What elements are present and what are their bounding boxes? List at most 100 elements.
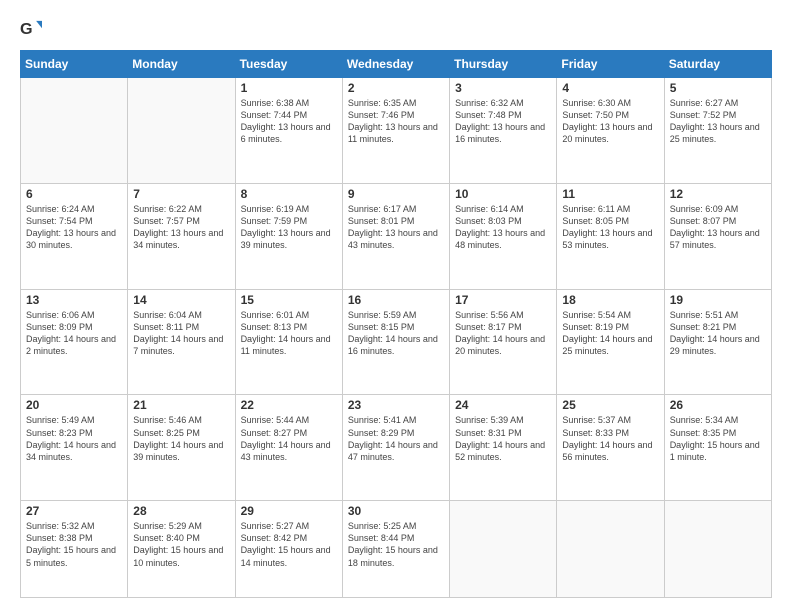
calendar-cell: 5Sunrise: 6:27 AM Sunset: 7:52 PM Daylig… <box>664 78 771 184</box>
day-info: Sunrise: 6:30 AM Sunset: 7:50 PM Dayligh… <box>562 97 658 146</box>
day-info: Sunrise: 5:51 AM Sunset: 8:21 PM Dayligh… <box>670 309 766 358</box>
calendar-cell: 1 Sunrise: 6:38 AM Sunset: 7:44 PM Daylig… <box>235 78 342 184</box>
day-number: 21 <box>133 398 229 412</box>
calendar-cell: 28 Sunrise: 5:29 AM Sunset: 8:40 PM Dayli… <box>128 501 235 598</box>
day-number: 14 <box>133 293 229 307</box>
calendar-cell: 21 Sunrise: 5:46 AM Sunset: 8:25 PM Dayli… <box>128 395 235 501</box>
calendar-cell: 30 Sunrise: 5:25 AM Sunset: 8:44 PM Dayli… <box>342 501 449 598</box>
day-number: 25 <box>562 398 658 412</box>
calendar-cell: 25 Sunrise: 5:37 AM Sunset: 8:33 PM Dayli… <box>557 395 664 501</box>
calendar-week-row: 6 Sunrise: 6:24 AM Sunset: 7:54 PM Daylig… <box>21 183 772 289</box>
calendar-week-row: 13 Sunrise: 6:06 AM Sunset: 8:09 PM Dayli… <box>21 289 772 395</box>
day-number: 23 <box>348 398 444 412</box>
day-info: Sunrise: 5:46 AM Sunset: 8:25 PM Dayligh… <box>133 414 229 463</box>
day-number: 17 <box>455 293 551 307</box>
day-number: 18 <box>562 293 658 307</box>
day-info: Sunrise: 5:39 AM Sunset: 8:31 PM Dayligh… <box>455 414 551 463</box>
weekday-header: Friday <box>557 51 664 78</box>
day-number: 19 <box>670 293 766 307</box>
day-info: Sunrise: 6:19 AM Sunset: 7:59 PM Dayligh… <box>241 203 337 252</box>
calendar-cell: 2 Sunrise: 6:35 AM Sunset: 7:46 PM Daylig… <box>342 78 449 184</box>
day-info: Sunrise: 6:27 AM Sunset: 7:52 PM Dayligh… <box>670 97 766 146</box>
calendar-week-row: 27 Sunrise: 5:32 AM Sunset: 8:38 PM Dayli… <box>21 501 772 598</box>
day-info: Sunrise: 5:54 AM Sunset: 8:19 PM Dayligh… <box>562 309 658 358</box>
day-number: 15 <box>241 293 337 307</box>
day-number: 20 <box>26 398 122 412</box>
weekday-header: Sunday <box>21 51 128 78</box>
day-number: 3 <box>455 81 551 95</box>
day-info: Sunrise: 5:44 AM Sunset: 8:27 PM Dayligh… <box>241 414 337 463</box>
day-number: 22 <box>241 398 337 412</box>
calendar-week-row: 1 Sunrise: 6:38 AM Sunset: 7:44 PM Daylig… <box>21 78 772 184</box>
weekday-header: Thursday <box>450 51 557 78</box>
day-number: 30 <box>348 504 444 518</box>
day-info: Sunrise: 5:29 AM Sunset: 8:40 PM Dayligh… <box>133 520 229 569</box>
calendar-cell: 4 Sunrise: 6:30 AM Sunset: 7:50 PM Daylig… <box>557 78 664 184</box>
calendar-table: SundayMondayTuesdayWednesdayThursdayFrid… <box>20 50 772 598</box>
calendar-cell: 13 Sunrise: 6:06 AM Sunset: 8:09 PM Dayli… <box>21 289 128 395</box>
day-number: 6 <box>26 187 122 201</box>
calendar-header-row: SundayMondayTuesdayWednesdayThursdayFrid… <box>21 51 772 78</box>
day-number: 24 <box>455 398 551 412</box>
weekday-header: Saturday <box>664 51 771 78</box>
day-number: 16 <box>348 293 444 307</box>
page: G SundayMondayTuesdayWednesdayThursdayFr… <box>0 0 792 612</box>
calendar-cell: 17 Sunrise: 5:56 AM Sunset: 8:17 PM Dayli… <box>450 289 557 395</box>
calendar-cell <box>21 78 128 184</box>
day-info: Sunrise: 5:25 AM Sunset: 8:44 PM Dayligh… <box>348 520 444 569</box>
day-info: Sunrise: 6:32 AM Sunset: 7:48 PM Dayligh… <box>455 97 551 146</box>
day-info: Sunrise: 5:37 AM Sunset: 8:33 PM Dayligh… <box>562 414 658 463</box>
day-info: Sunrise: 6:01 AM Sunset: 8:13 PM Dayligh… <box>241 309 337 358</box>
day-info: Sunrise: 5:56 AM Sunset: 8:17 PM Dayligh… <box>455 309 551 358</box>
calendar-cell: 23 Sunrise: 5:41 AM Sunset: 8:29 PM Dayli… <box>342 395 449 501</box>
day-info: Sunrise: 5:27 AM Sunset: 8:42 PM Dayligh… <box>241 520 337 569</box>
top-area: G <box>20 18 772 40</box>
calendar-cell: 3 Sunrise: 6:32 AM Sunset: 7:48 PM Daylig… <box>450 78 557 184</box>
day-number: 1 <box>241 81 337 95</box>
calendar-cell: 18 Sunrise: 5:54 AM Sunset: 8:19 PM Dayli… <box>557 289 664 395</box>
day-info: Sunrise: 5:32 AM Sunset: 8:38 PM Dayligh… <box>26 520 122 569</box>
calendar-week-row: 20 Sunrise: 5:49 AM Sunset: 8:23 PM Dayli… <box>21 395 772 501</box>
day-number: 12 <box>670 187 766 201</box>
calendar-cell: 15 Sunrise: 6:01 AM Sunset: 8:13 PM Dayli… <box>235 289 342 395</box>
day-info: Sunrise: 5:41 AM Sunset: 8:29 PM Dayligh… <box>348 414 444 463</box>
day-info: Sunrise: 6:35 AM Sunset: 7:46 PM Dayligh… <box>348 97 444 146</box>
day-info: Sunrise: 6:38 AM Sunset: 7:44 PM Dayligh… <box>241 97 337 146</box>
calendar-cell: 14 Sunrise: 6:04 AM Sunset: 8:11 PM Dayli… <box>128 289 235 395</box>
calendar-cell <box>664 501 771 598</box>
calendar-cell: 7 Sunrise: 6:22 AM Sunset: 7:57 PM Daylig… <box>128 183 235 289</box>
day-info: Sunrise: 5:49 AM Sunset: 8:23 PM Dayligh… <box>26 414 122 463</box>
calendar-cell: 10 Sunrise: 6:14 AM Sunset: 8:03 PM Dayli… <box>450 183 557 289</box>
day-number: 9 <box>348 187 444 201</box>
calendar-cell: 16 Sunrise: 5:59 AM Sunset: 8:15 PM Dayli… <box>342 289 449 395</box>
day-info: Sunrise: 6:14 AM Sunset: 8:03 PM Dayligh… <box>455 203 551 252</box>
day-number: 11 <box>562 187 658 201</box>
calendar-cell: 29Sunrise: 5:27 AM Sunset: 8:42 PM Dayli… <box>235 501 342 598</box>
svg-text:G: G <box>20 20 33 38</box>
day-info: Sunrise: 6:06 AM Sunset: 8:09 PM Dayligh… <box>26 309 122 358</box>
day-info: Sunrise: 6:11 AM Sunset: 8:05 PM Dayligh… <box>562 203 658 252</box>
calendar-cell: 24 Sunrise: 5:39 AM Sunset: 8:31 PM Dayli… <box>450 395 557 501</box>
day-info: Sunrise: 6:22 AM Sunset: 7:57 PM Dayligh… <box>133 203 229 252</box>
day-number: 13 <box>26 293 122 307</box>
day-number: 27 <box>26 504 122 518</box>
day-info: Sunrise: 5:59 AM Sunset: 8:15 PM Dayligh… <box>348 309 444 358</box>
day-info: Sunrise: 5:34 AM Sunset: 8:35 PM Dayligh… <box>670 414 766 463</box>
logo: G <box>20 18 46 40</box>
calendar-cell: 19 Sunrise: 5:51 AM Sunset: 8:21 PM Dayli… <box>664 289 771 395</box>
weekday-header: Tuesday <box>235 51 342 78</box>
calendar-cell <box>450 501 557 598</box>
day-number: 2 <box>348 81 444 95</box>
day-info: Sunrise: 6:09 AM Sunset: 8:07 PM Dayligh… <box>670 203 766 252</box>
logo-icon: G <box>20 18 42 40</box>
day-number: 7 <box>133 187 229 201</box>
day-info: Sunrise: 6:04 AM Sunset: 8:11 PM Dayligh… <box>133 309 229 358</box>
day-info: Sunrise: 6:24 AM Sunset: 7:54 PM Dayligh… <box>26 203 122 252</box>
calendar-cell: 11 Sunrise: 6:11 AM Sunset: 8:05 PM Dayli… <box>557 183 664 289</box>
calendar-cell: 26 Sunrise: 5:34 AM Sunset: 8:35 PM Dayli… <box>664 395 771 501</box>
calendar-cell <box>128 78 235 184</box>
day-number: 28 <box>133 504 229 518</box>
day-number: 10 <box>455 187 551 201</box>
day-number: 26 <box>670 398 766 412</box>
day-number: 4 <box>562 81 658 95</box>
